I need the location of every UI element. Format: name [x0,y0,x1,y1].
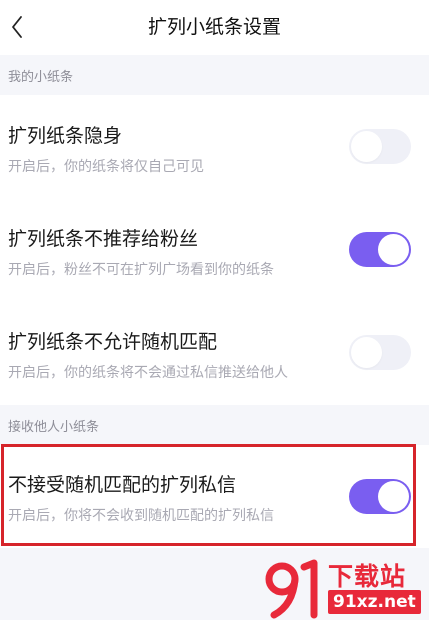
setting-row-note-invisible: 扩列纸条隐身 开启后，你的纸条将仅自己可见 [0,95,429,199]
section-label: 我的小纸条 [8,70,74,85]
setting-title: 扩列纸条隐身 [8,125,123,147]
setting-description: 开启后，你的纸条将仅自己可见 [8,159,204,175]
setting-title: 扩列纸条不允许随机匹配 [8,331,218,353]
setting-title: 扩列纸条不推荐给粉丝 [8,228,199,250]
watermark-title: 下载站 [328,562,407,591]
setting-row-reject-random-dm: 不接受随机匹配的扩列私信 开启后，你将不会收到随机匹配的扩列私信 [0,445,429,548]
setting-row-no-random-match: 扩列纸条不允许随机匹配 开启后，你的纸条将不会通过私信推送给他人 [0,302,429,405]
setting-description: 开启后，粉丝不可在扩列广场看到你的纸条 [8,262,274,278]
toggle-knob [378,234,409,265]
toggle-knob [378,481,409,512]
top-bar: 扩列小纸条设置 [0,0,429,55]
no-fan-recommend-toggle[interactable] [349,232,411,267]
no-random-match-toggle[interactable] [349,335,411,370]
setting-description: 开启后，你将不会收到随机匹配的扩列私信 [8,508,274,524]
watermark-91-mark [265,559,318,619]
watermark-logo: 下载站 91xz.net [262,557,427,619]
note-invisible-toggle[interactable] [349,129,411,164]
page-title: 扩列小纸条设置 [147,16,281,38]
setting-description: 开启后，你的纸条将不会通过私信推送给他人 [8,365,288,381]
setting-title: 不接受随机匹配的扩列私信 [8,474,237,496]
section-header-my-notes: 我的小纸条 [0,55,429,95]
toggle-knob [351,131,382,162]
reject-random-dm-toggle[interactable] [349,479,411,514]
section-header-receive-notes: 接收他人小纸条 [0,405,429,445]
setting-row-no-fan-recommend: 扩列纸条不推荐给粉丝 开启后，粉丝不可在扩列广场看到你的纸条 [0,199,429,302]
toggle-knob [351,337,382,368]
watermark-url: 91xz.net [328,590,421,614]
section-label: 接收他人小纸条 [8,420,100,435]
